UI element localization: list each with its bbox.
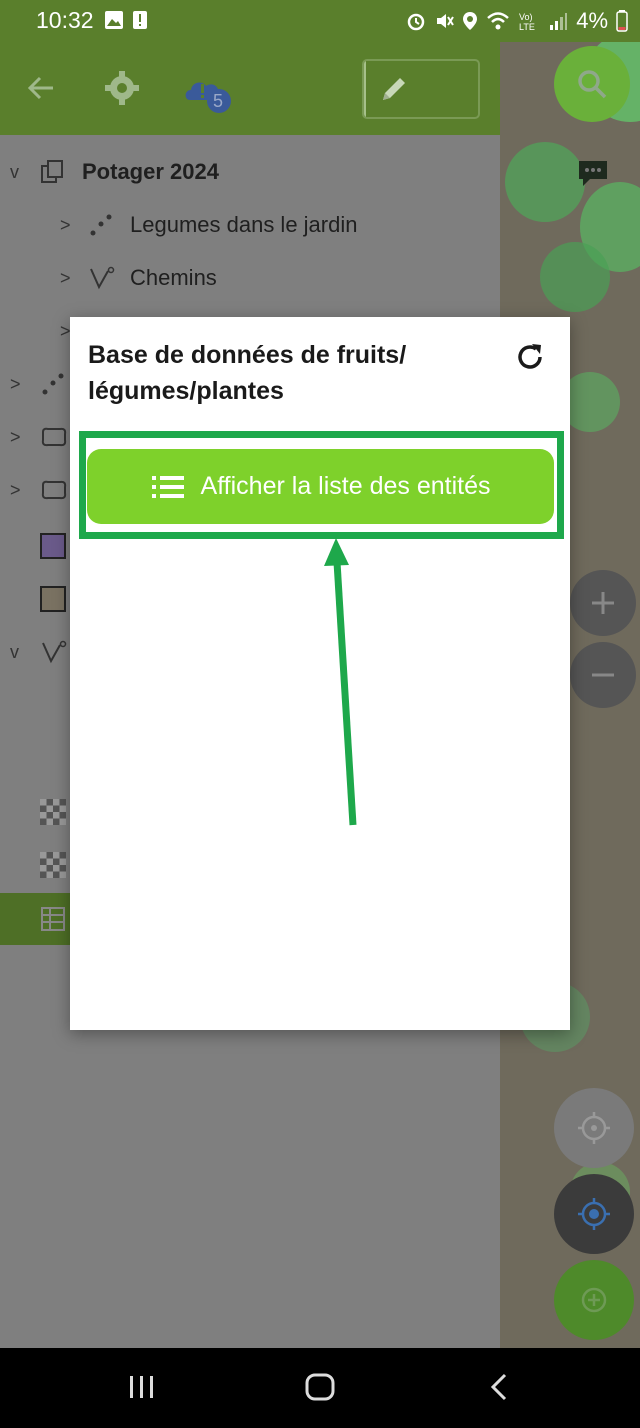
- recent-apps-button[interactable]: [128, 1374, 156, 1405]
- zoom-out-button[interactable]: [570, 642, 636, 708]
- chat-icon: [576, 158, 610, 193]
- back-button[interactable]: [488, 1372, 510, 1407]
- layer-group-potager[interactable]: v Potager 2024: [0, 145, 500, 199]
- pencil-icon: [383, 78, 405, 100]
- mute-icon: [437, 14, 455, 28]
- svg-text:Vo): Vo): [519, 12, 533, 22]
- search-button[interactable]: [554, 46, 630, 122]
- table-icon: [41, 907, 65, 931]
- show-entity-list-label: Afficher la liste des entités: [200, 472, 491, 500]
- point-layer-icon: [42, 373, 64, 395]
- gallery-icon: [105, 11, 123, 29]
- top-toolbar: 5: [0, 42, 500, 135]
- layer-color-swatch: [40, 586, 66, 612]
- cloud-alert-icon[interactable]: 5: [182, 72, 236, 121]
- line-layer-icon: [90, 266, 115, 290]
- volte-icon: Vo)LTE: [519, 12, 535, 32]
- status-bar: 10:32 Vo) LTE 4%: [0, 0, 640, 42]
- raster-layer-icon: [40, 799, 66, 825]
- battery-text: 4%: [576, 8, 608, 33]
- dialog-title: Base de données de fruits/ légumes/plant…: [88, 341, 407, 405]
- navigation-bar: [0, 1348, 640, 1428]
- alert-icon: [133, 11, 147, 29]
- home-button[interactable]: [304, 1372, 336, 1407]
- polygon-layer-icon: [41, 427, 67, 447]
- refresh-button[interactable]: [514, 341, 546, 378]
- location-icon: [463, 12, 478, 30]
- back-arrow-icon[interactable]: [26, 74, 56, 107]
- status-time: 10:32: [36, 7, 94, 33]
- recents-icon: [130, 1376, 153, 1398]
- mode-toggle: [362, 59, 480, 119]
- back-icon: [490, 1373, 507, 1401]
- show-entity-list-button[interactable]: Afficher la liste des entités: [87, 449, 554, 524]
- add-point-button[interactable]: [554, 1260, 634, 1340]
- edit-mode-button[interactable]: [364, 61, 422, 117]
- wifi-icon: [487, 12, 510, 30]
- minus-icon: [592, 673, 614, 677]
- refresh-icon: [518, 344, 542, 369]
- layer-chemins[interactable]: > Chemins: [0, 251, 500, 305]
- list-icon: [151, 475, 184, 498]
- add-location-icon: [581, 1287, 607, 1313]
- polygon-layer-icon: [41, 480, 67, 500]
- layer-legumes[interactable]: > Legumes dans le jardin: [0, 198, 500, 252]
- svg-text:LTE: LTE: [519, 22, 535, 32]
- point-layer-icon: [90, 214, 112, 236]
- plus-icon: [592, 592, 614, 614]
- gear-icon[interactable]: [104, 70, 140, 111]
- line-layer-icon: [42, 640, 67, 664]
- database-dialog: Base de données de fruits/ légumes/plant…: [70, 317, 570, 1030]
- search-icon: [578, 70, 607, 99]
- alarm-icon: [407, 13, 425, 31]
- gps-button[interactable]: [554, 1174, 634, 1254]
- locate-button[interactable]: [554, 1088, 634, 1168]
- cloud-badge: 5: [213, 91, 224, 111]
- home-icon: [305, 1373, 335, 1401]
- layer-group-icon: [41, 160, 63, 183]
- raster-layer-icon: [40, 852, 66, 878]
- signal-icon: [550, 13, 568, 30]
- layer-color-swatch: [40, 533, 66, 559]
- gps-target-icon: [578, 1198, 610, 1230]
- battery-icon: [616, 10, 628, 32]
- zoom-in-button[interactable]: [570, 570, 636, 636]
- crosshair-icon: [578, 1112, 610, 1144]
